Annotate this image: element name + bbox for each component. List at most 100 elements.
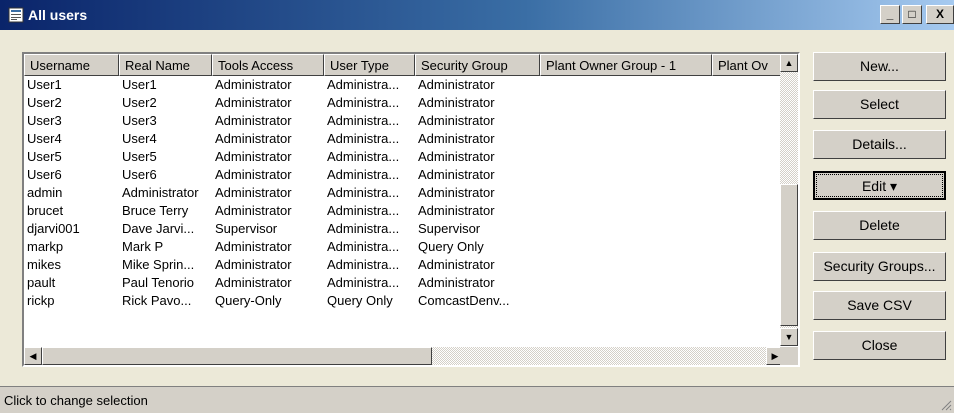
cell-plant-owner-group-2 bbox=[712, 112, 784, 130]
vertical-scroll-thumb[interactable] bbox=[780, 184, 798, 326]
cell-username: pault bbox=[27, 275, 56, 290]
column-header-plant-owner-group-1[interactable]: Plant Owner Group - 1 bbox=[540, 54, 712, 76]
scroll-left-button[interactable]: ◀ bbox=[24, 347, 42, 365]
cell-plant-owner-group-1 bbox=[540, 256, 712, 274]
table-row[interactable]: User1 User1 Administrator Administra... Admi… bbox=[24, 76, 784, 94]
cell-plant-owner-group-1 bbox=[540, 94, 712, 112]
resize-grip-icon[interactable] bbox=[940, 399, 952, 411]
cell-username: mikes bbox=[27, 257, 61, 272]
cell-real-name: Dave Jarvi... bbox=[122, 221, 195, 236]
cell-plant-owner-group-2 bbox=[712, 256, 784, 274]
cell-user-type: Administra... bbox=[327, 203, 400, 218]
details-button[interactable]: Details... bbox=[813, 130, 946, 159]
users-list[interactable]: Username Real Name Tools Access User Typ… bbox=[22, 52, 800, 367]
close-window-button[interactable]: X bbox=[926, 5, 954, 24]
column-header-user-type[interactable]: User Type bbox=[324, 54, 415, 76]
cell-user-type: Administra... bbox=[327, 239, 400, 254]
delete-button[interactable]: Delete bbox=[813, 211, 946, 240]
cell-security-group: Administrator bbox=[418, 95, 495, 110]
cell-tools-access: Administrator bbox=[215, 167, 292, 182]
table-row[interactable]: brucet Bruce Terry Administrator Administra… bbox=[24, 202, 784, 220]
cell-real-name: User6 bbox=[122, 167, 157, 182]
table-row[interactable]: djarvi001 Dave Jarvi... Supervisor Administ… bbox=[24, 220, 784, 238]
title-bar[interactable]: All users _ □ X bbox=[0, 0, 954, 30]
minimize-button[interactable]: _ bbox=[880, 5, 900, 24]
scrollbar-corner bbox=[780, 347, 798, 365]
cell-security-group: Administrator bbox=[418, 203, 495, 218]
cell-real-name: Administrator bbox=[122, 185, 199, 200]
cell-username: User4 bbox=[27, 131, 62, 146]
select-button[interactable]: Select bbox=[813, 90, 946, 119]
vertical-scrollbar[interactable]: ▲ ▼ bbox=[780, 54, 798, 346]
new-button[interactable]: New... bbox=[813, 52, 946, 81]
cell-tools-access: Administrator bbox=[215, 275, 292, 290]
cell-real-name: User3 bbox=[122, 113, 157, 128]
scroll-down-button[interactable]: ▼ bbox=[780, 328, 798, 346]
cell-plant-owner-group-1 bbox=[540, 220, 712, 238]
table-row[interactable]: pault Paul Tenorio Administrator Administra… bbox=[24, 274, 784, 292]
table-row[interactable]: User4 User4 Administrator Administra... Admi… bbox=[24, 130, 784, 148]
cell-tools-access: Administrator bbox=[215, 113, 292, 128]
cell-tools-access: Administrator bbox=[215, 185, 292, 200]
cell-username: markp bbox=[27, 239, 64, 254]
edit-button[interactable]: Edit ▾ bbox=[813, 171, 946, 200]
table-row[interactable]: User6 User6 Administrator Administra... Admi… bbox=[24, 166, 784, 184]
cell-plant-owner-group-1 bbox=[540, 130, 712, 148]
table-row[interactable]: User3 User3 Administrator Administra... Admi… bbox=[24, 112, 784, 130]
security-groups-button[interactable]: Security Groups... bbox=[813, 252, 946, 281]
table-row[interactable]: mikes Mike Sprin... Administrator Administr… bbox=[24, 256, 784, 274]
cell-plant-owner-group-1 bbox=[540, 274, 712, 292]
status-bar: Click to change selection bbox=[0, 386, 954, 413]
save-csv-button[interactable]: Save CSV bbox=[813, 291, 946, 320]
close-button[interactable]: Close bbox=[813, 331, 946, 360]
cell-real-name: Mike Sprin... bbox=[122, 257, 195, 272]
cell-plant-owner-group-2 bbox=[712, 94, 784, 112]
horizontal-scroll-thumb[interactable] bbox=[42, 347, 432, 365]
cell-user-type: Administra... bbox=[327, 221, 400, 236]
table-row[interactable]: User2 User2 Administrator Administra... Admi… bbox=[24, 94, 784, 112]
cell-tools-access: Administrator bbox=[215, 239, 292, 254]
column-header-plant-owner-group-2[interactable]: Plant Ov bbox=[712, 54, 784, 76]
cell-plant-owner-group-1 bbox=[540, 292, 712, 310]
horizontal-scrollbar[interactable]: ◀ ▶ bbox=[24, 347, 784, 365]
column-header-security-group[interactable]: Security Group bbox=[415, 54, 540, 76]
table-row[interactable]: admin Administrator Administrator Administr… bbox=[24, 184, 784, 202]
column-header-tools-access[interactable]: Tools Access bbox=[212, 54, 324, 76]
cell-plant-owner-group-2 bbox=[712, 274, 784, 292]
users-window-icon bbox=[8, 7, 24, 23]
cell-plant-owner-group-1 bbox=[540, 238, 712, 256]
table-row[interactable]: markp Mark P Administrator Administra... Que… bbox=[24, 238, 784, 256]
cell-security-group: Administrator bbox=[418, 113, 495, 128]
cell-username: User2 bbox=[27, 95, 62, 110]
column-header-username[interactable]: Username bbox=[24, 54, 119, 76]
cell-plant-owner-group-1 bbox=[540, 184, 712, 202]
cell-security-group: ComcastDenv... bbox=[418, 293, 510, 308]
cell-security-group: Administrator bbox=[418, 185, 495, 200]
cell-tools-access: Administrator bbox=[215, 95, 292, 110]
cell-tools-access: Supervisor bbox=[215, 221, 278, 236]
cell-plant-owner-group-2 bbox=[712, 202, 784, 220]
all-users-window: All users _ □ X Username Real Name Tools… bbox=[0, 0, 954, 413]
cell-user-type: Administra... bbox=[327, 275, 400, 290]
table-row[interactable]: rickp Rick Pavo... Query-Only Query Only Com… bbox=[24, 292, 784, 310]
cell-tools-access: Query-Only bbox=[215, 293, 282, 308]
cell-plant-owner-group-1 bbox=[540, 148, 712, 166]
cell-plant-owner-group-2 bbox=[712, 220, 784, 238]
cell-plant-owner-group-2 bbox=[712, 238, 784, 256]
cell-tools-access: Administrator bbox=[215, 77, 292, 92]
table-row[interactable]: User5 User5 Administrator Administra... Admi… bbox=[24, 148, 784, 166]
list-rows: User1 User1 Administrator Administra... Admi… bbox=[24, 76, 784, 310]
cell-user-type: Administra... bbox=[327, 257, 400, 272]
cell-security-group: Administrator bbox=[418, 149, 495, 164]
cell-user-type: Administra... bbox=[327, 149, 400, 164]
cell-user-type: Administra... bbox=[327, 77, 400, 92]
cell-real-name: User2 bbox=[122, 95, 157, 110]
cell-security-group: Administrator bbox=[418, 167, 495, 182]
maximize-button[interactable]: □ bbox=[902, 5, 922, 24]
scroll-up-button[interactable]: ▲ bbox=[780, 54, 798, 72]
window-title: All users bbox=[28, 7, 88, 23]
cell-real-name: Paul Tenorio bbox=[122, 275, 195, 290]
cell-security-group: Supervisor bbox=[418, 221, 481, 236]
cell-plant-owner-group-2 bbox=[712, 184, 784, 202]
column-header-real-name[interactable]: Real Name bbox=[119, 54, 212, 76]
